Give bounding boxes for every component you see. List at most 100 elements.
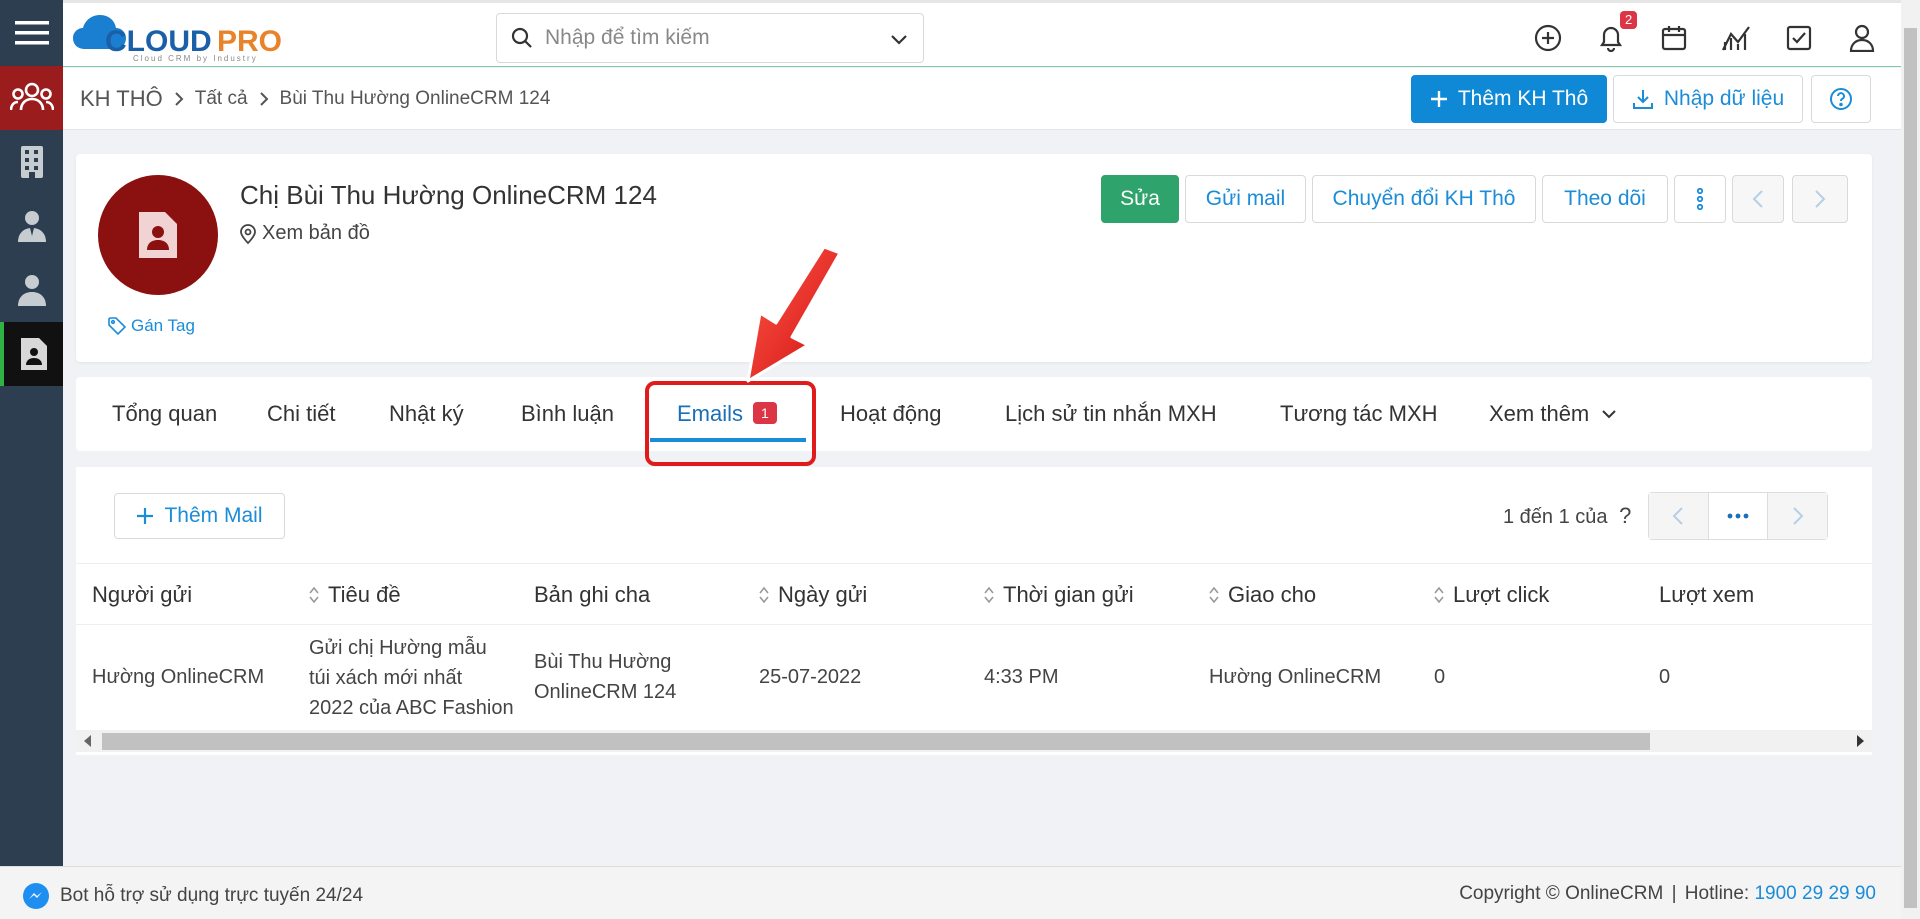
subject-line: Gửi chị Hường mẫu: [309, 637, 487, 659]
chevron-down-icon: [1602, 410, 1616, 419]
chevron-right-icon: [173, 91, 185, 107]
report-chart-icon[interactable]: [1721, 23, 1751, 53]
more-actions-button[interactable]: [1674, 175, 1726, 223]
cell-sender: Hường OnlineCRM: [92, 666, 265, 688]
cell-assigned-to: Hường OnlineCRM: [1209, 666, 1382, 688]
chevron-right-icon: [1815, 190, 1826, 208]
contact-file-icon: [20, 338, 47, 370]
parent-line: Bùi Thu Hường: [534, 651, 672, 673]
scroll-left-arrow-icon[interactable]: [84, 735, 92, 747]
assign-tag-label: Gán Tag: [131, 316, 195, 335]
add-lead-button[interactable]: Thêm KH Thô: [1411, 75, 1607, 123]
tab-more-label: Xem thêm: [1489, 401, 1590, 426]
breadcrumb-root[interactable]: KH THÔ: [80, 86, 163, 112]
messenger-icon: [23, 883, 49, 909]
edit-button[interactable]: Sửa: [1101, 175, 1179, 223]
convert-lead-button[interactable]: Chuyển đổi KH Thô: [1312, 175, 1536, 223]
column-clicks[interactable]: Lượt click: [1433, 582, 1549, 608]
pagination-summary: 1 đến 1 của ?: [1503, 503, 1631, 529]
tab-activities[interactable]: Hoạt động: [840, 401, 942, 427]
pagination-prev-button[interactable]: [1649, 493, 1709, 539]
column-sent-time[interactable]: Thời gian gửi: [983, 582, 1134, 608]
support-bot-link[interactable]: Bot hỗ trợ sử dụng trực tuyến 24/24: [22, 882, 363, 910]
vertical-scroll-thumb[interactable]: [1904, 28, 1917, 908]
import-data-label: Nhập dữ liệu: [1663, 87, 1785, 110]
hotline-label: Hotline:: [1684, 883, 1750, 904]
table-row[interactable]: Hường OnlineCRM Gửi chị Hường mẫu túi xá…: [76, 625, 1872, 729]
column-sent-date[interactable]: Ngày gửi: [758, 582, 867, 608]
plus-icon: [1430, 91, 1447, 107]
subject-line: túi xách mới nhất: [309, 667, 463, 689]
column-assigned-to[interactable]: Giao cho: [1208, 582, 1316, 608]
tag-icon: [108, 317, 126, 335]
import-data-button[interactable]: Nhập dữ liệu: [1613, 75, 1803, 123]
sidebar-item-company[interactable]: [0, 130, 63, 194]
scroll-right-arrow-icon[interactable]: [1856, 735, 1864, 747]
view-map-link[interactable]: Xem bản đồ: [240, 222, 370, 245]
help-question-icon: [1830, 88, 1852, 110]
sidebar-item-customers-group[interactable]: [0, 66, 63, 130]
pagination-next-button[interactable]: [1768, 493, 1828, 539]
user-account-icon[interactable]: [1847, 23, 1877, 53]
chevron-right-icon: [1792, 507, 1804, 525]
column-sender[interactable]: Người gửi: [92, 582, 192, 608]
help-button[interactable]: [1811, 75, 1871, 123]
sort-icon: [759, 586, 769, 604]
notification-badge: 2: [1620, 11, 1638, 29]
sort-icon: [1434, 586, 1444, 604]
pagination-total[interactable]: ?: [1619, 503, 1631, 528]
cloudpro-logo[interactable]: CLOUD PRO Cloud CRM by Industry: [71, 9, 301, 63]
add-mail-button[interactable]: Thêm Mail: [114, 493, 285, 539]
sidebar-item-user[interactable]: [0, 258, 63, 322]
view-map-label: Xem bản đồ: [262, 222, 370, 244]
column-subject[interactable]: Tiêu đề: [308, 582, 401, 608]
add-circle-icon[interactable]: [1533, 23, 1563, 53]
copyright-hotline: Copyright © OnlineCRM | Hotline: 1900 29…: [1459, 883, 1876, 904]
pagination-controls: [1648, 492, 1828, 540]
sidebar-item-contact[interactable]: [0, 194, 63, 258]
send-mail-button[interactable]: Gửi mail: [1185, 175, 1306, 223]
sort-icon: [1209, 586, 1219, 604]
breadcrumb: KH THÔ Tất cả Bùi Thu Hường OnlineCRM 12…: [80, 86, 550, 112]
tab-social-message-history[interactable]: Lịch sử tin nhắn MXH: [1005, 401, 1217, 427]
cell-clicks: 0: [1434, 666, 1446, 688]
search-icon: [511, 27, 533, 49]
tab-more[interactable]: Xem thêm: [1489, 401, 1617, 427]
horizontal-scrollbar[interactable]: [76, 730, 1872, 752]
column-views[interactable]: Lượt xem: [1659, 582, 1754, 608]
sidebar-item-leads[interactable]: [0, 322, 63, 386]
chevron-left-icon: [1672, 507, 1684, 525]
calendar-icon[interactable]: [1659, 23, 1689, 53]
hotline-number[interactable]: 1900 29 29 90: [1754, 883, 1876, 904]
emails-table-header: Người gửi Tiêu đề Bản ghi cha Ngày gửi T…: [76, 563, 1872, 625]
chevron-down-icon[interactable]: [889, 29, 909, 49]
follow-button[interactable]: Theo dõi: [1542, 175, 1668, 223]
breadcrumb-all[interactable]: Tất cả: [195, 88, 248, 110]
assign-tag-link[interactable]: Gán Tag: [108, 316, 195, 336]
column-parent-record[interactable]: Bản ghi cha: [534, 582, 650, 608]
copyright-text: Copyright © OnlineCRM: [1459, 883, 1664, 904]
horizontal-scroll-thumb[interactable]: [102, 733, 1650, 750]
breadcrumb-bar: KH THÔ Tất cả Bùi Thu Hường OnlineCRM 12…: [63, 68, 1901, 130]
users-group-icon: [9, 82, 54, 111]
chevron-right-icon: [258, 91, 270, 107]
tab-log[interactable]: Nhật ký: [389, 401, 464, 427]
contact-file-icon: [139, 212, 177, 258]
next-record-button[interactable]: [1792, 175, 1848, 223]
global-search[interactable]: [496, 13, 924, 63]
cell-sent-time: 4:33 PM: [984, 666, 1059, 688]
lead-profile-card: Chị Bùi Thu Hường OnlineCRM 124 Xem bản …: [76, 154, 1872, 362]
search-input[interactable]: [545, 26, 865, 50]
pagination-more-button[interactable]: [1708, 493, 1769, 539]
tab-comments[interactable]: Bình luận: [521, 401, 614, 427]
tab-overview[interactable]: Tổng quan: [112, 401, 217, 427]
cell-subject[interactable]: Gửi chị Hường mẫu túi xách mới nhất 2022…: [309, 633, 514, 723]
vertical-scrollbar[interactable]: [1901, 0, 1920, 919]
tab-details[interactable]: Chi tiết: [267, 401, 335, 427]
previous-record-button[interactable]: [1732, 175, 1784, 223]
task-checkbox-icon[interactable]: [1784, 23, 1814, 53]
cell-parent-record[interactable]: Bùi Thu Hường OnlineCRM 124: [534, 647, 676, 707]
tab-social-interactions[interactable]: Tương tác MXH: [1280, 401, 1438, 427]
hamburger-menu-icon[interactable]: [0, 0, 63, 66]
more-horizontal-icon: [1727, 513, 1749, 519]
